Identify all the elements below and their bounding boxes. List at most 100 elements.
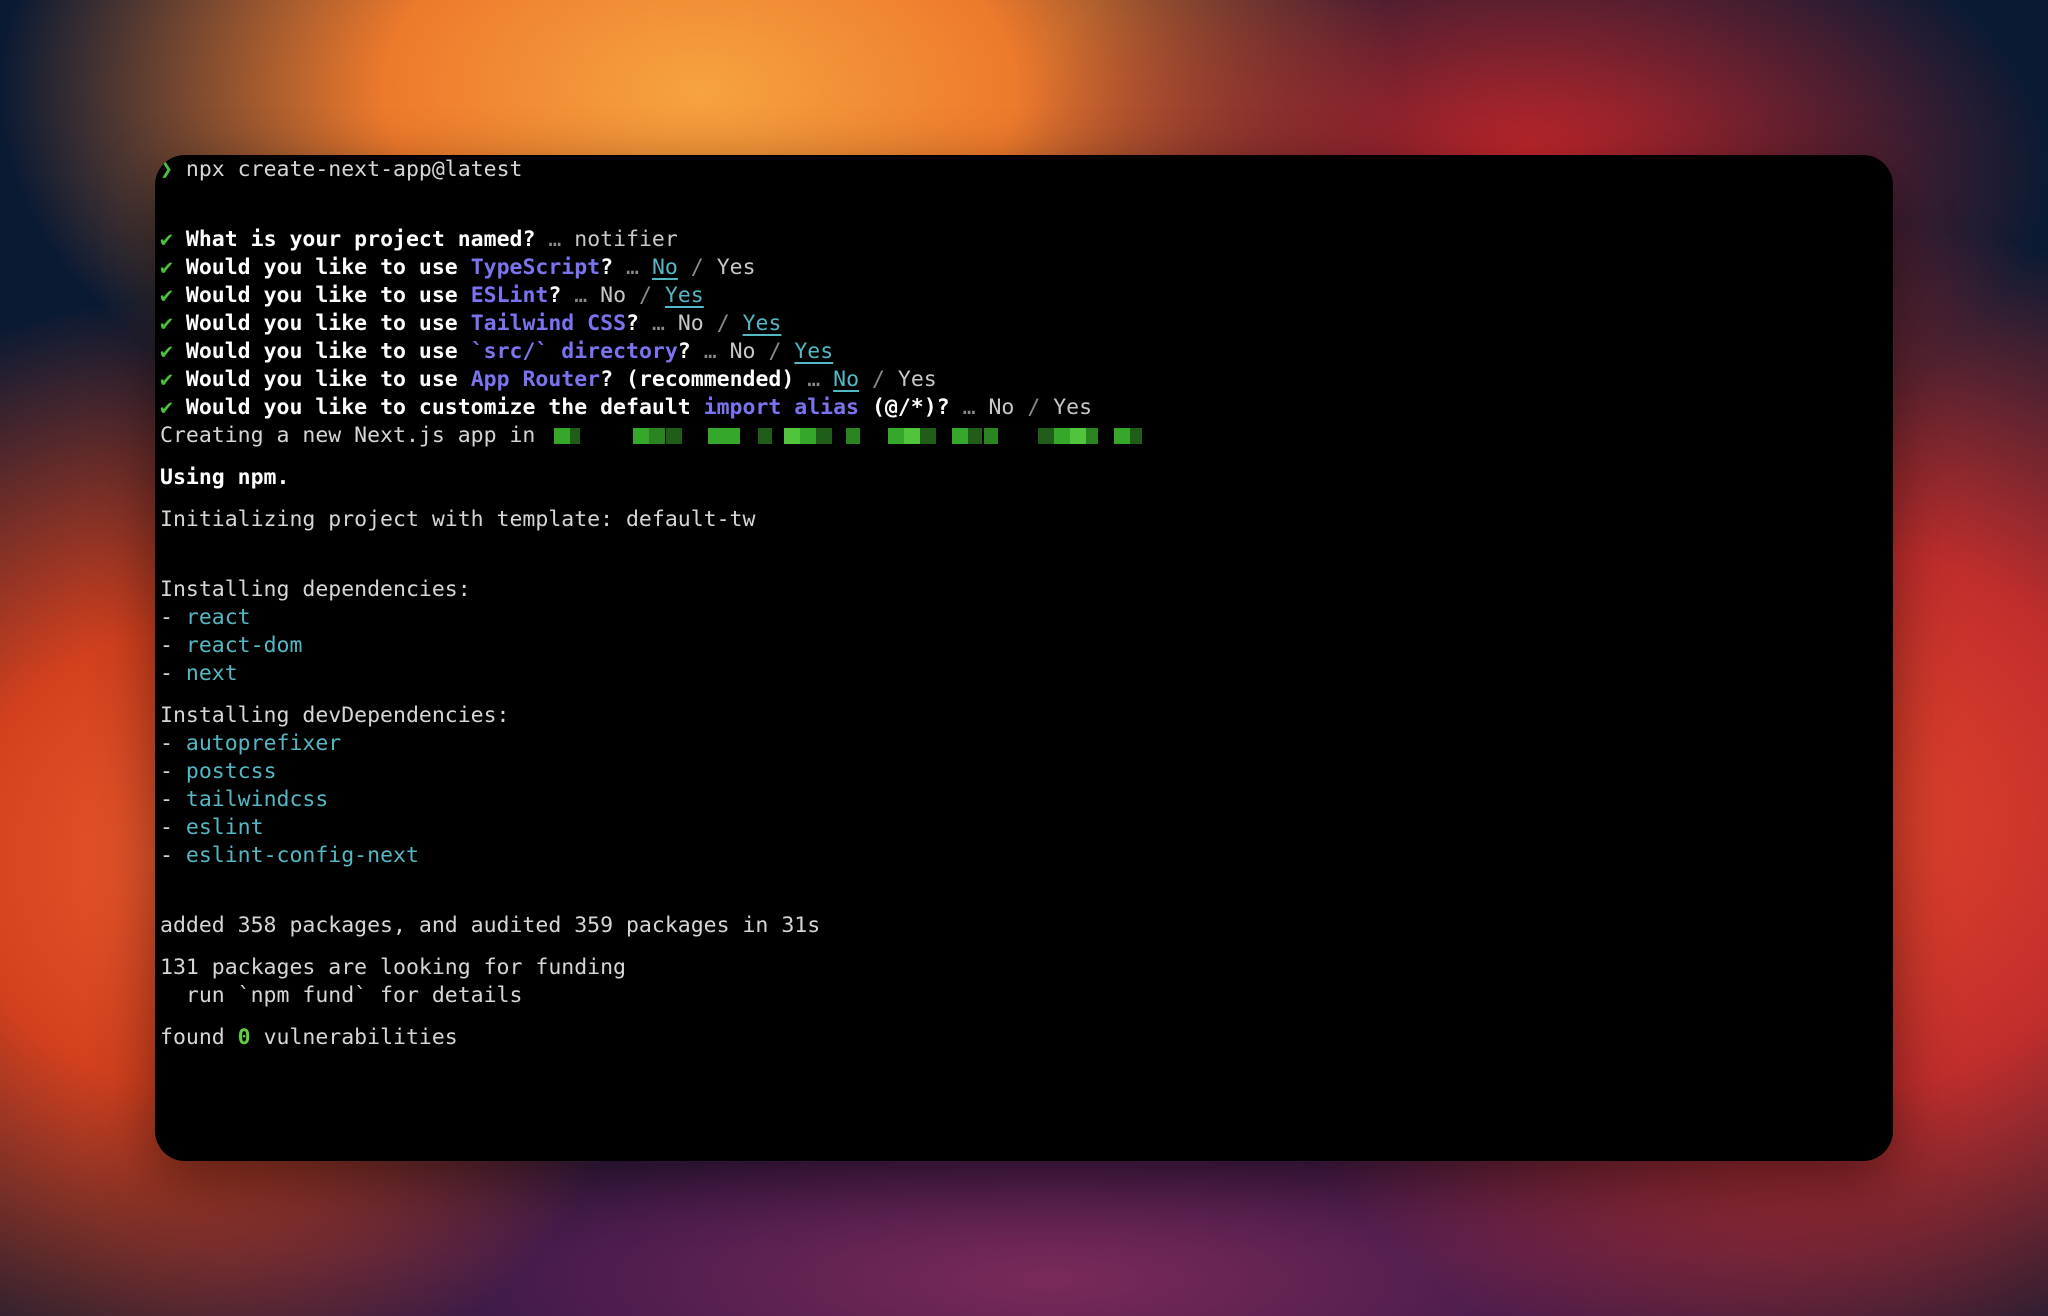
package-item: - tailwindcss [160,786,1873,814]
option-yes: Yes [897,367,937,392]
package-item: - eslint [160,814,1873,842]
question-text: What is your project named? [185,227,536,252]
ellipsis: … [807,367,821,392]
option-yes: Yes [794,339,834,364]
question-text: Would you like to use Tailwind CSS? [185,311,639,336]
package-item: - next [160,660,1873,688]
redaction-block [554,428,571,444]
option-no: No [600,283,627,308]
option-yes: Yes [742,311,782,336]
redaction-block [758,428,773,444]
option-separator: / [768,339,782,364]
list-dash: - [160,633,173,658]
package-item: - postcss [160,758,1873,786]
redaction-block [649,428,666,444]
question-text: Would you like to use ESLint? [185,283,562,308]
deps-header: Installing dependencies: [160,577,471,602]
redaction-block [1054,428,1071,444]
question-line: ✔ Would you like to use TypeScript? … No… [160,254,1873,282]
redaction-block [816,428,833,444]
checkmark-icon: ✔ [160,283,173,308]
ellipsis: … [962,395,976,420]
question-line: ✔ Would you like to use ESLint? … No / Y… [160,282,1873,310]
ellipsis: … [703,339,717,364]
package-item: - eslint-config-next [160,842,1873,870]
question-line: ✔ Would you like to use Tailwind CSS? … … [160,310,1873,338]
question-line: ✔ Would you like to use `src/` directory… [160,338,1873,366]
question-list: ✔ What is your project named? … notifier… [160,226,1873,422]
redaction-block [920,428,937,444]
redaction-block [633,428,650,444]
redacted-path [548,422,1278,450]
package-name: postcss [185,759,277,784]
package-item: - autoprefixer [160,730,1873,758]
package-name: tailwindcss [185,787,329,812]
package-name: eslint-config-next [185,843,419,868]
checkmark-icon: ✔ [160,395,173,420]
question-line: ✔ Would you like to use App Router? (rec… [160,366,1873,394]
package-name: react-dom [185,633,303,658]
list-dash: - [160,843,173,868]
option-yes: Yes [664,283,704,308]
vulnerabilities-line: found 0 vulnerabilities [160,1025,458,1050]
list-dash: - [160,661,173,686]
option-no: No [729,339,756,364]
redaction-block [888,428,905,444]
prompt-icon: ❯ [160,157,173,182]
devdeps-header: Installing devDependencies: [160,703,510,728]
question-highlight: App Router [470,367,601,392]
redaction-block [1086,428,1099,444]
option-separator: / [690,255,704,280]
question-text: Would you like to use `src/` directory? [185,339,691,364]
creating-line: Creating a new Next.js app in [160,422,1873,450]
option-yes: Yes [1053,395,1093,420]
option-separator: / [872,367,885,392]
package-name: eslint [185,815,264,840]
devdeps-list: - autoprefixer - postcss - tailwindcss - es… [160,730,1873,870]
package-item: - react-dom [160,632,1873,660]
checkmark-icon: ✔ [160,339,173,364]
list-dash: - [160,605,173,630]
list-dash: - [160,815,173,840]
checkmark-icon: ✔ [160,255,173,280]
package-name: react [185,605,251,630]
question-highlight: TypeScript [470,255,601,280]
option-no: No [833,367,860,392]
question-highlight: import alias [703,395,860,420]
question-highlight: `src/` directory [470,339,678,364]
redaction-block [1130,428,1143,444]
redaction-block [984,428,999,444]
option-separator: / [716,311,730,336]
redaction-block [952,428,969,444]
question-text: Would you like to use TypeScript? [185,255,614,280]
fund-hint-line: run `npm fund` for details [160,983,523,1008]
question-text: Would you like to customize the default … [185,395,950,420]
checkmark-icon: ✔ [160,367,173,392]
using-npm-line: Using npm. [160,465,290,490]
redaction-block [1114,428,1131,444]
redaction-block [708,428,741,444]
option-no: No [677,311,704,336]
added-line: added 358 packages, and audited 359 pack… [160,913,821,938]
redaction-block [1038,428,1055,444]
ellipsis: … [548,227,562,252]
command-line: ❯ npx create-next-app@latest [160,156,1873,184]
redaction-block [904,428,921,444]
ellipsis: … [626,255,639,280]
question-highlight: Tailwind CSS [470,311,627,336]
option-no: No [651,255,678,280]
question-line: ✔ What is your project named? … notifier [160,226,1873,254]
redaction-block [784,428,801,444]
checkmark-icon: ✔ [160,227,173,252]
package-item: - react [160,604,1873,632]
list-dash: - [160,787,173,812]
init-line: Initializing project with template: defa… [160,507,756,532]
answer-text: notifier [574,227,678,252]
redaction-block [800,428,817,444]
checkmark-icon: ✔ [160,311,173,336]
ellipsis: … [651,311,665,336]
terminal-output: ❯ npx create-next-app@latest ✔ What is y… [160,156,1873,1052]
terminal-window[interactable]: ❯ npx create-next-app@latest ✔ What is y… [155,155,1893,1161]
question-text: Would you like to use App Router? (recom… [185,367,795,392]
redaction-block [846,428,861,444]
